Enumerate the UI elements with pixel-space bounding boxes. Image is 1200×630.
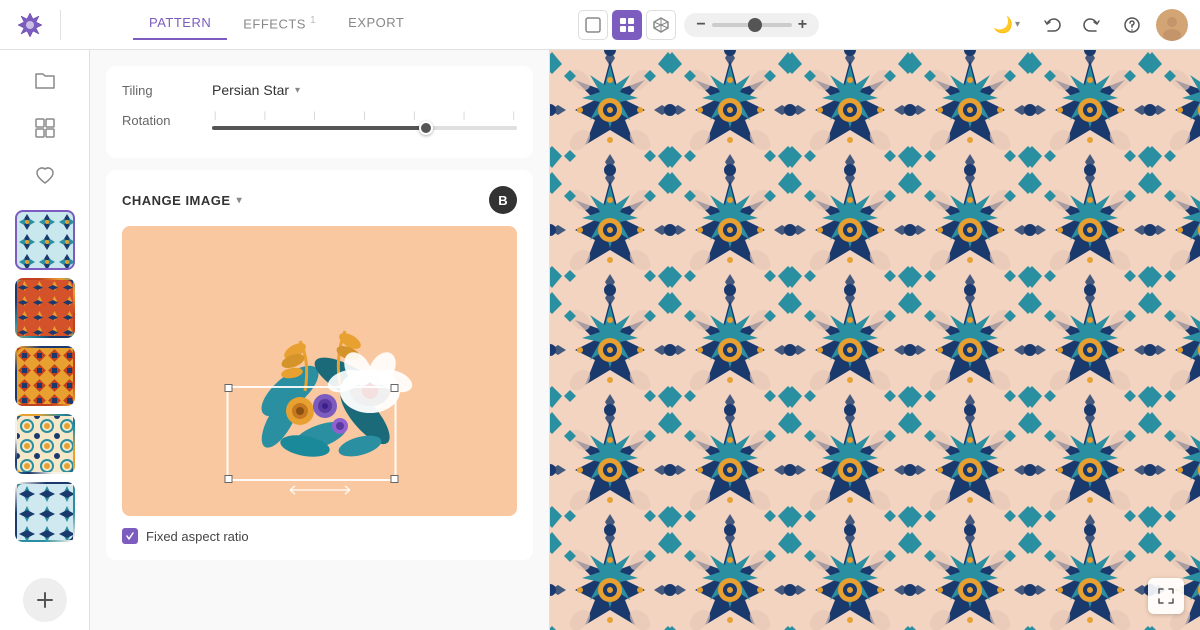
help-btn[interactable] [1116, 9, 1148, 41]
change-image-btn[interactable]: CHANGE IMAGE ▾ [122, 193, 242, 208]
pattern-thumb-1[interactable] [15, 210, 75, 270]
b-badge: B [489, 186, 517, 214]
undo-btn[interactable] [1036, 9, 1068, 41]
moon-icon: 🌙 [993, 15, 1013, 35]
topbar: PATTERN EFFECTS 1 EXPORT − + 🌙 [0, 0, 1200, 50]
topbar-divider [60, 10, 61, 40]
floral-svg [210, 261, 430, 481]
zoom-control: − + [684, 13, 819, 37]
view-icons [578, 10, 676, 40]
effects-badge: 1 [310, 15, 316, 26]
rotation-slider-thumb[interactable] [419, 121, 433, 135]
tab-effects[interactable]: EFFECTS 1 [227, 9, 332, 39]
checkbox-row: Fixed aspect ratio [122, 528, 517, 544]
tiling-value: Persian Star [212, 82, 289, 98]
change-image-label: CHANGE IMAGE [122, 193, 231, 208]
tiling-section: Tiling Persian Star ▾ Rotation | | | | | [106, 66, 533, 158]
zoom-plus-btn[interactable]: + [798, 17, 807, 33]
change-image-arrow: ▾ [237, 195, 243, 206]
panel: Tiling Persian Star ▾ Rotation | | | | | [90, 50, 550, 630]
left-sidebar [0, 50, 90, 630]
topbar-center: − + [578, 10, 819, 40]
add-pattern-btn[interactable] [23, 578, 67, 622]
fixed-aspect-checkbox[interactable] [122, 528, 138, 544]
app-logo[interactable] [12, 7, 48, 43]
transform-arrow-indicator [290, 483, 350, 502]
view-square[interactable] [578, 10, 608, 40]
pattern-thumb-2[interactable] [15, 278, 75, 338]
rotation-slider-fill [212, 126, 426, 130]
theme-toggle-btn[interactable]: 🌙 ▾ [985, 11, 1028, 39]
tiling-label: Tiling [122, 83, 212, 98]
theme-dropdown-arrow: ▾ [1015, 19, 1020, 30]
change-image-section: CHANGE IMAGE ▾ B [106, 170, 533, 560]
rotation-label: Rotation [122, 113, 212, 128]
tab-export[interactable]: EXPORT [332, 9, 420, 39]
pattern-thumb-4[interactable] [15, 414, 75, 474]
user-avatar[interactable] [1156, 9, 1188, 41]
rotation-slider-track[interactable] [212, 126, 517, 130]
sidebar-grid-icon[interactable] [23, 106, 67, 150]
pattern-thumb-3[interactable] [15, 346, 75, 406]
image-preview[interactable] [122, 226, 517, 516]
tab-pattern[interactable]: PATTERN [133, 9, 227, 39]
pattern-thumb-5[interactable] [15, 482, 75, 542]
rotation-slider-container[interactable]: | | | | | | | [212, 110, 517, 130]
pattern-canvas [550, 50, 1200, 630]
sidebar-heart-icon[interactable] [23, 154, 67, 198]
main-layout: Tiling Persian Star ▾ Rotation | | | | | [0, 50, 1200, 630]
zoom-minus-btn[interactable]: − [696, 17, 705, 33]
view-grid[interactable] [612, 10, 642, 40]
tiling-select[interactable]: Persian Star ▾ [212, 82, 300, 98]
topbar-right: 🌙 ▾ [985, 9, 1188, 41]
redo-btn[interactable] [1076, 9, 1108, 41]
fixed-aspect-label: Fixed aspect ratio [146, 529, 249, 544]
rotation-row: Rotation | | | | | | | [122, 110, 517, 130]
expand-canvas-btn[interactable] [1148, 578, 1184, 614]
zoom-slider-thumb[interactable] [748, 18, 762, 32]
persian-star-pattern [550, 50, 1200, 630]
tiling-row: Tiling Persian Star ▾ [122, 82, 517, 98]
view-cube[interactable] [646, 10, 676, 40]
sidebar-folder-icon[interactable] [23, 58, 67, 102]
tiling-dropdown-arrow: ▾ [295, 85, 300, 96]
zoom-slider[interactable] [712, 23, 792, 27]
change-image-header: CHANGE IMAGE ▾ B [122, 186, 517, 214]
topbar-tabs: PATTERN EFFECTS 1 EXPORT [133, 9, 420, 39]
